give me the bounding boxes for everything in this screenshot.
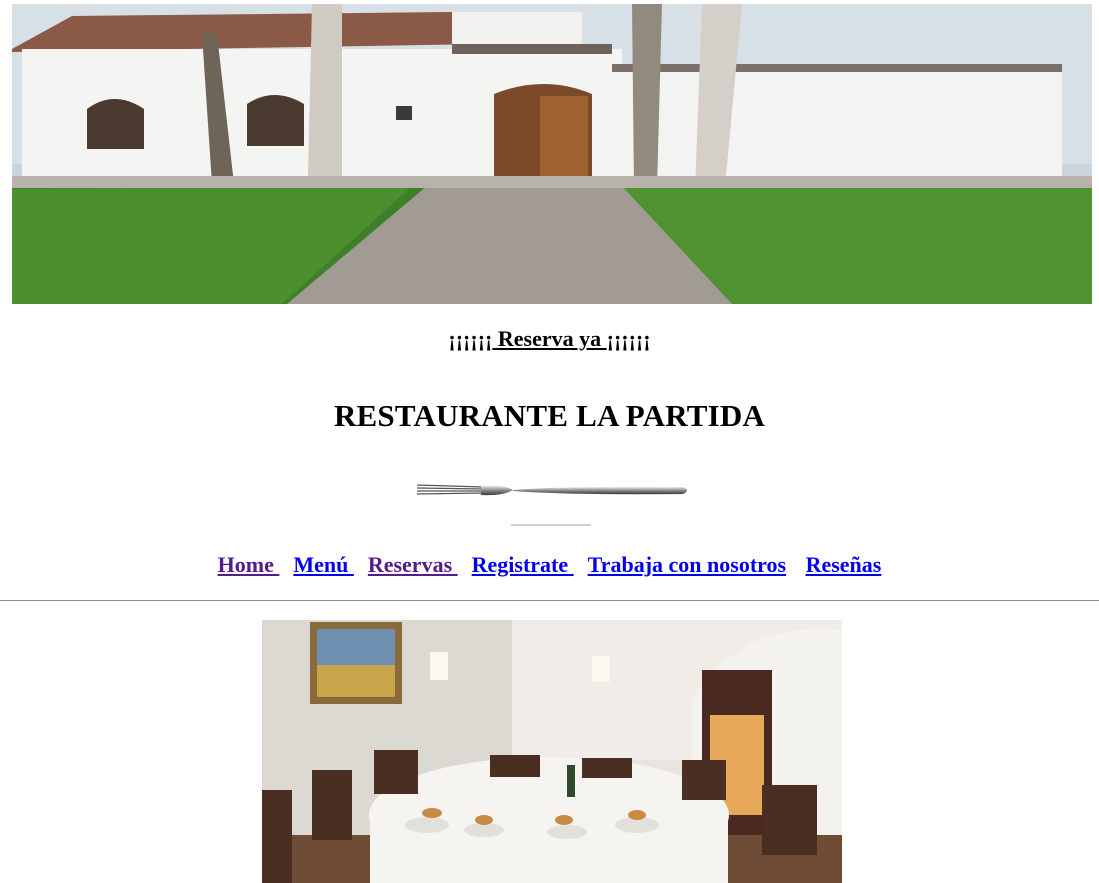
dining-room-photo bbox=[262, 620, 842, 883]
nav-trabaja[interactable]: Trabaja con nosotros bbox=[588, 552, 786, 577]
nav-reservas[interactable]: Reservas bbox=[368, 552, 458, 577]
page-title: RESTAURANTE LA PARTIDA bbox=[333, 398, 766, 433]
fork-icon bbox=[413, 478, 693, 530]
nav-resenas[interactable]: Reseñas bbox=[806, 552, 882, 577]
reserva-line: ¡¡¡¡¡¡ Reserva ya ¡¡¡¡¡¡ bbox=[0, 326, 1099, 352]
nav-menu[interactable]: Menú bbox=[293, 552, 354, 577]
hero-building-photo bbox=[12, 4, 1092, 304]
reserva-prefix: ¡¡¡¡¡¡ bbox=[448, 326, 493, 351]
reserva-link[interactable]: Reserva ya bbox=[492, 326, 606, 351]
nav-home[interactable]: Home bbox=[218, 552, 280, 577]
nav-registrate[interactable]: Registrate bbox=[472, 552, 574, 577]
main-nav: Home Menú Reservas Registrate Trabaja co… bbox=[0, 552, 1099, 578]
reserva-suffix: ¡¡¡¡¡¡ bbox=[606, 326, 651, 351]
horizontal-rule bbox=[0, 600, 1099, 601]
